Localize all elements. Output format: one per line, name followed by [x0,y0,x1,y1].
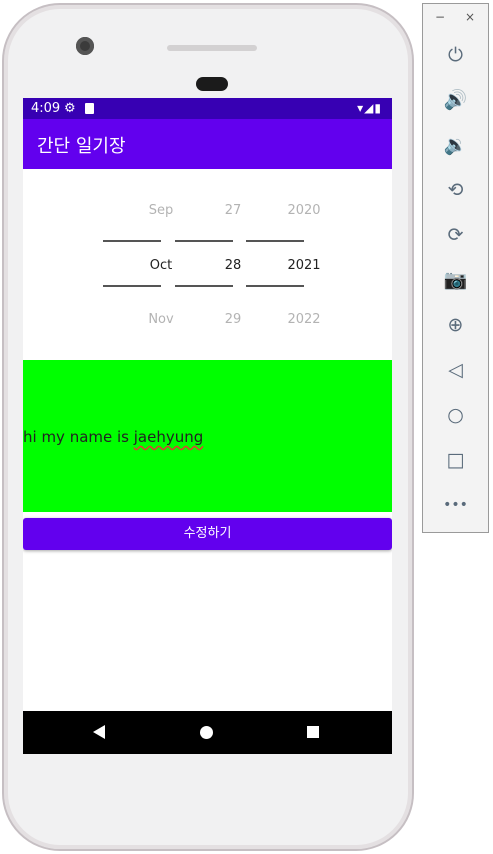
volume-down-icon[interactable]: 🔉 [423,125,488,165]
power-icon[interactable]: ⏻ [423,35,488,75]
month-picker[interactable]: Sep Oct Nov [103,203,174,333]
status-time: 4:09 [31,101,61,116]
diary-text-field[interactable]: hi my name is jaehyung [23,360,392,512]
app-bar: 간단 일기장 [23,119,392,169]
overview-icon[interactable]: □ [423,440,488,480]
year-selected[interactable]: 2021 [275,258,333,273]
diary-text-misspelled-word: jaehyung [133,428,204,446]
more-icon[interactable]: ••• [423,485,488,525]
day-picker[interactable]: 27 28 29 [175,203,241,333]
navigation-bar [23,711,392,754]
camera-icon [76,37,94,55]
year-prev[interactable]: 2020 [275,203,333,218]
status-bar: 4:09 ⚙ ▾◢▮ [23,98,392,119]
rotate-right-icon[interactable]: ⟳ [423,215,488,255]
picker-divider [246,285,304,287]
home-icon[interactable] [200,726,213,739]
recents-icon[interactable] [307,726,319,738]
rotate-left-icon[interactable]: ⟲ [423,170,488,210]
diary-text: hi my name is jaehyung [23,428,203,446]
picker-divider [246,240,304,242]
back-icon[interactable]: ◁ [423,350,488,390]
year-next[interactable]: 2022 [275,312,333,327]
picker-divider [175,285,233,287]
gear-icon: ⚙ [64,101,76,116]
close-icon[interactable]: × [465,10,475,24]
signal-battery-icons: ▾◢▮ [357,101,382,115]
zoom-icon[interactable]: ⊕ [423,305,488,345]
year-picker[interactable]: 2020 2021 2022 [246,203,321,333]
picker-divider [175,240,233,242]
app-title: 간단 일기장 [37,136,126,157]
edit-button[interactable]: 수정하기 [23,518,392,550]
home-icon[interactable]: ○ [423,395,488,435]
diary-text-prefix: hi my name is [23,428,134,446]
sd-card-icon [85,103,94,114]
volume-up-icon[interactable]: 🔊 [423,80,488,120]
minimize-icon[interactable]: − [435,10,445,24]
camera-screenshot-icon[interactable]: 📷 [423,260,488,300]
device-screen: 4:09 ⚙ ▾◢▮ 간단 일기장 Sep Oct Nov 27 28 29 2… [23,98,392,754]
emulator-toolbar: − × ⏻ 🔊 🔉 ⟲ ⟳ 📷 ⊕ ◁ ○ □ ••• [422,3,489,533]
picker-divider [103,285,161,287]
picker-divider [103,240,161,242]
earpiece-speaker [167,45,257,51]
back-icon[interactable] [93,725,105,739]
proximity-sensor [196,77,228,91]
